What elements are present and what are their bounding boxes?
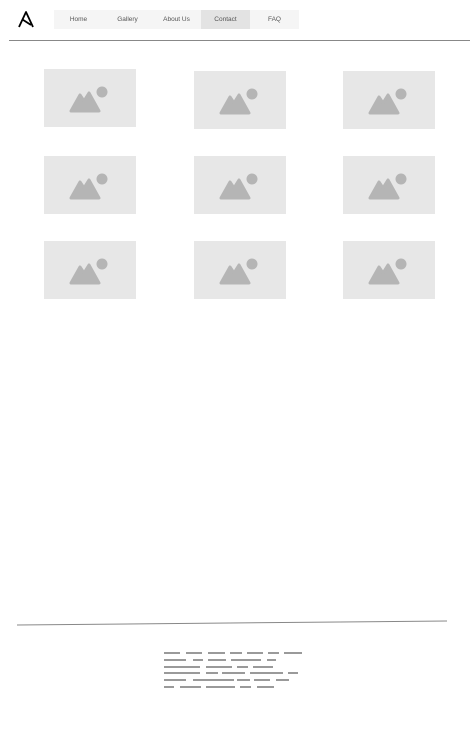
header-divider [9, 40, 470, 41]
image-placeholder-icon [69, 173, 108, 200]
text-line-placeholder [230, 652, 242, 654]
nav-item-faq[interactable]: FAQ [250, 10, 299, 29]
text-line-placeholder [253, 666, 273, 668]
gallery-image-placeholder[interactable] [343, 241, 435, 299]
text-line-placeholder [206, 666, 232, 668]
image-placeholder-icon [69, 86, 108, 113]
nav-item-about-us[interactable]: About Us [152, 10, 201, 29]
image-placeholder-icon [219, 258, 258, 285]
gallery-image-placeholder[interactable] [343, 156, 435, 214]
text-line-placeholder [193, 679, 234, 681]
gallery-image-placeholder[interactable] [44, 241, 136, 299]
image-placeholder-icon [368, 258, 407, 285]
text-line-placeholder [288, 672, 298, 674]
text-line-placeholder [164, 659, 186, 661]
text-line-placeholder [164, 672, 200, 674]
footer-divider [17, 620, 447, 626]
image-placeholder-icon [219, 173, 258, 200]
gallery-image-placeholder[interactable] [194, 241, 286, 299]
text-line-placeholder [206, 686, 235, 688]
image-placeholder-icon [219, 88, 258, 115]
nav-item-contact[interactable]: Contact [201, 10, 250, 29]
image-placeholder-icon [368, 88, 407, 115]
text-line-placeholder [250, 672, 283, 674]
nav-item-home[interactable]: Home [54, 10, 103, 29]
text-line-placeholder [186, 652, 202, 654]
text-line-placeholder [247, 652, 263, 654]
gallery-image-placeholder[interactable] [194, 156, 286, 214]
text-line-placeholder [164, 652, 180, 654]
text-line-placeholder [164, 679, 186, 681]
text-line-placeholder [254, 679, 270, 681]
text-line-placeholder [208, 652, 225, 654]
gallery-image-placeholder[interactable] [343, 71, 435, 129]
text-line-placeholder [268, 652, 279, 654]
text-line-placeholder [206, 672, 218, 674]
text-line-placeholder [164, 686, 174, 688]
main-nav: Home Gallery About Us Contact FAQ [54, 10, 299, 29]
text-line-placeholder [237, 679, 250, 681]
text-line-placeholder [164, 666, 200, 668]
text-line-placeholder [240, 686, 251, 688]
logo-icon[interactable] [17, 10, 35, 28]
text-line-placeholder [222, 672, 245, 674]
text-line-placeholder [267, 659, 276, 661]
text-line-placeholder [237, 666, 248, 668]
text-line-placeholder [180, 686, 201, 688]
text-line-placeholder [276, 679, 289, 681]
text-line-placeholder [231, 659, 261, 661]
text-line-placeholder [208, 659, 226, 661]
text-line-placeholder [193, 659, 203, 661]
nav-item-gallery[interactable]: Gallery [103, 10, 152, 29]
image-placeholder-icon [368, 173, 407, 200]
gallery-image-placeholder[interactable] [194, 71, 286, 129]
text-line-placeholder [284, 652, 302, 654]
image-placeholder-icon [69, 258, 108, 285]
text-line-placeholder [257, 686, 274, 688]
gallery-image-placeholder[interactable] [44, 156, 136, 214]
gallery-image-placeholder[interactable] [44, 69, 136, 127]
